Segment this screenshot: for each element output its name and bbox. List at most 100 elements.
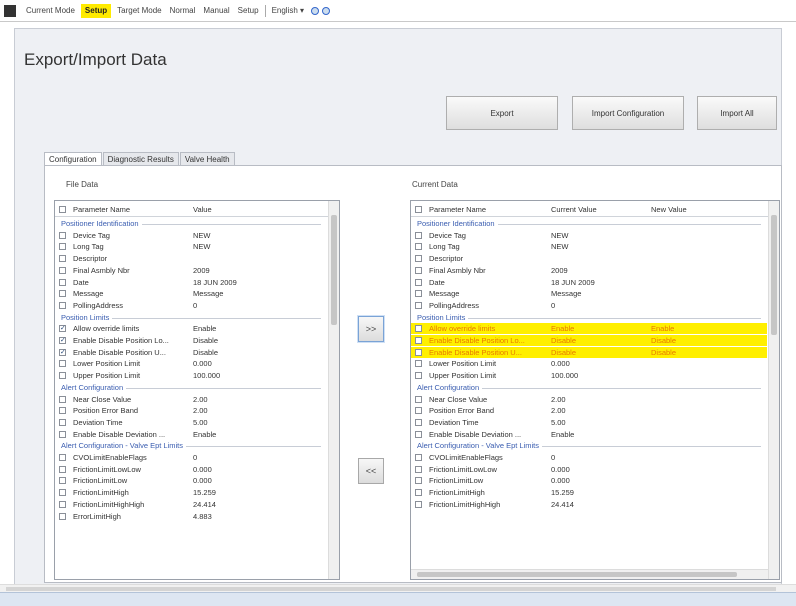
right-select-all-checkbox[interactable]: [415, 206, 422, 213]
right-horizontal-scrollbar[interactable]: [411, 569, 768, 579]
left-row-checkbox[interactable]: [59, 231, 66, 239]
left-row-checkbox[interactable]: [59, 301, 66, 309]
right-table-row[interactable]: PollingAddress 0: [411, 300, 767, 311]
globe-icon[interactable]: [311, 6, 320, 15]
left-row-checkbox[interactable]: [59, 512, 66, 520]
right-table-row[interactable]: Device Tag NEW: [411, 230, 767, 241]
right-row-checkbox[interactable]: [415, 454, 422, 461]
right-table-row[interactable]: Enable Disable Position U... Disable Disab…: [411, 346, 767, 358]
left-row-checkbox[interactable]: ✓: [59, 325, 66, 333]
right-row-checkbox[interactable]: [415, 489, 422, 497]
left-row-checkbox[interactable]: [59, 454, 66, 461]
right-row-checkbox[interactable]: [415, 231, 422, 239]
left-table-row[interactable]: FrictionLimitLowLow 0.000: [55, 464, 327, 475]
right-table-row[interactable]: Enable Disable Deviation ... Enable: [411, 429, 767, 440]
left-row-checkbox[interactable]: [59, 418, 66, 426]
right-row-checkbox[interactable]: [415, 477, 422, 485]
right-row-checkbox[interactable]: [415, 348, 422, 356]
left-row-checkbox[interactable]: [59, 500, 66, 508]
language-select[interactable]: English ▾: [268, 4, 308, 18]
left-column-header[interactable]: Value: [193, 205, 212, 214]
right-table-row[interactable]: FrictionLimitHighHigh 24.414: [411, 499, 767, 510]
left-row-checkbox[interactable]: [59, 372, 66, 380]
right-row-checkbox[interactable]: [415, 395, 422, 403]
right-row-checkbox[interactable]: [415, 255, 422, 263]
left-table-row[interactable]: FrictionLimitHighHigh 24.414: [55, 499, 327, 510]
right-table-row[interactable]: FrictionLimitLowLow 0.000: [411, 464, 767, 475]
right-table-row[interactable]: Deviation Time 5.00: [411, 417, 767, 428]
import-configuration-button[interactable]: Import Configuration: [572, 96, 684, 130]
right-table-row[interactable]: Lower Position Limit 0.000: [411, 358, 767, 369]
right-column-header[interactable]: Current Value: [551, 205, 597, 214]
tab-configuration[interactable]: Configuration: [44, 152, 102, 166]
left-row-checkbox[interactable]: ✓: [59, 337, 66, 344]
right-row-checkbox[interactable]: [415, 266, 422, 274]
mode-manual-button[interactable]: Manual: [199, 4, 233, 18]
mode-normal-button[interactable]: Normal: [166, 4, 200, 18]
left-table-row[interactable]: ✓ Allow override limits Enable: [55, 323, 327, 334]
left-select-all-checkbox[interactable]: [59, 206, 66, 213]
left-table-row[interactable]: ErrorLimitHigh 4.883: [55, 511, 327, 522]
left-table-row[interactable]: Final Asmbly Nbr 2009: [55, 265, 327, 276]
right-row-checkbox[interactable]: [415, 407, 422, 415]
left-table-row[interactable]: FrictionLimitHigh 15.259: [55, 487, 327, 498]
left-row-checkbox[interactable]: [59, 360, 66, 368]
mode-setup-button[interactable]: Setup: [234, 4, 263, 18]
right-row-checkbox[interactable]: [415, 360, 422, 368]
right-table-row[interactable]: Long Tag NEW: [411, 241, 767, 252]
right-table-row[interactable]: Near Close Value 2.00: [411, 394, 767, 405]
right-column-header[interactable]: New Value: [651, 205, 687, 214]
right-scrollbar-thumb[interactable]: [771, 215, 777, 335]
export-button[interactable]: Export: [446, 96, 558, 130]
left-row-checkbox[interactable]: [59, 430, 66, 438]
left-table-row[interactable]: Message Message: [55, 288, 327, 299]
left-table-row[interactable]: Descriptor: [55, 253, 327, 264]
left-table-row[interactable]: Deviation Time 5.00: [55, 417, 327, 428]
left-table-row[interactable]: ✓ Enable Disable Position U... Disable: [55, 347, 327, 358]
right-row-checkbox[interactable]: [415, 325, 422, 333]
left-row-checkbox[interactable]: ✓: [59, 348, 66, 356]
left-table-row[interactable]: PollingAddress 0: [55, 300, 327, 311]
right-table-row[interactable]: Date 18 JUN 2009: [411, 277, 767, 288]
left-row-checkbox[interactable]: [59, 255, 66, 263]
left-column-header[interactable]: Parameter Name: [73, 205, 130, 214]
right-table-row[interactable]: CVOLimitEnableFlags 0: [411, 452, 767, 463]
left-table-row[interactable]: Date 18 JUN 2009: [55, 277, 327, 288]
left-table-row[interactable]: FrictionLimitLow 0.000: [55, 475, 327, 486]
left-table-row[interactable]: Position Error Band 2.00: [55, 405, 327, 416]
copy-right-button[interactable]: >>: [358, 316, 384, 342]
right-row-checkbox[interactable]: [415, 430, 422, 438]
right-row-checkbox[interactable]: [415, 372, 422, 380]
left-vertical-scrollbar[interactable]: [328, 201, 339, 579]
tab-diagnostic-results[interactable]: Diagnostic Results: [102, 152, 179, 166]
left-row-checkbox[interactable]: [59, 407, 66, 415]
menu-icon[interactable]: [4, 4, 16, 17]
right-row-checkbox[interactable]: [415, 301, 422, 309]
left-table-row[interactable]: Lower Position Limit 0.000: [55, 358, 327, 369]
right-table-row[interactable]: Message Message: [411, 288, 767, 299]
left-row-checkbox[interactable]: [59, 477, 66, 485]
right-row-checkbox[interactable]: [415, 278, 422, 286]
left-table-row[interactable]: Near Close Value 2.00: [55, 394, 327, 405]
right-row-checkbox[interactable]: [415, 337, 422, 344]
left-table-row[interactable]: CVOLimitEnableFlags 0: [55, 452, 327, 463]
left-table-row[interactable]: Long Tag NEW: [55, 241, 327, 252]
right-table-row[interactable]: Enable Disable Position Lo... Disable Disa…: [411, 335, 767, 346]
tab-valve-health[interactable]: Valve Health: [179, 152, 235, 166]
right-row-checkbox[interactable]: [415, 418, 422, 426]
window-horizontal-scrollbar[interactable]: [0, 584, 796, 592]
left-row-checkbox[interactable]: [59, 395, 66, 403]
right-table-row[interactable]: FrictionLimitHigh 15.259: [411, 487, 767, 498]
right-row-checkbox[interactable]: [415, 500, 422, 508]
file-data-grid[interactable]: Parameter Name Value Positioner Identifica…: [54, 200, 340, 580]
import-all-button[interactable]: Import All: [697, 96, 777, 130]
left-table-row[interactable]: Enable Disable Deviation ... Enable: [55, 429, 327, 440]
right-hscroll-thumb[interactable]: [417, 572, 737, 577]
left-scrollbar-thumb[interactable]: [331, 215, 337, 325]
right-column-header[interactable]: Parameter Name: [429, 205, 486, 214]
left-row-checkbox[interactable]: [59, 465, 66, 473]
right-table-row[interactable]: Upper Position Limit 100.000: [411, 370, 767, 381]
current-data-grid[interactable]: Parameter Name Current Value New Value Posi…: [410, 200, 780, 580]
left-table-row[interactable]: Upper Position Limit 100.000: [55, 370, 327, 381]
right-row-checkbox[interactable]: [415, 243, 422, 251]
